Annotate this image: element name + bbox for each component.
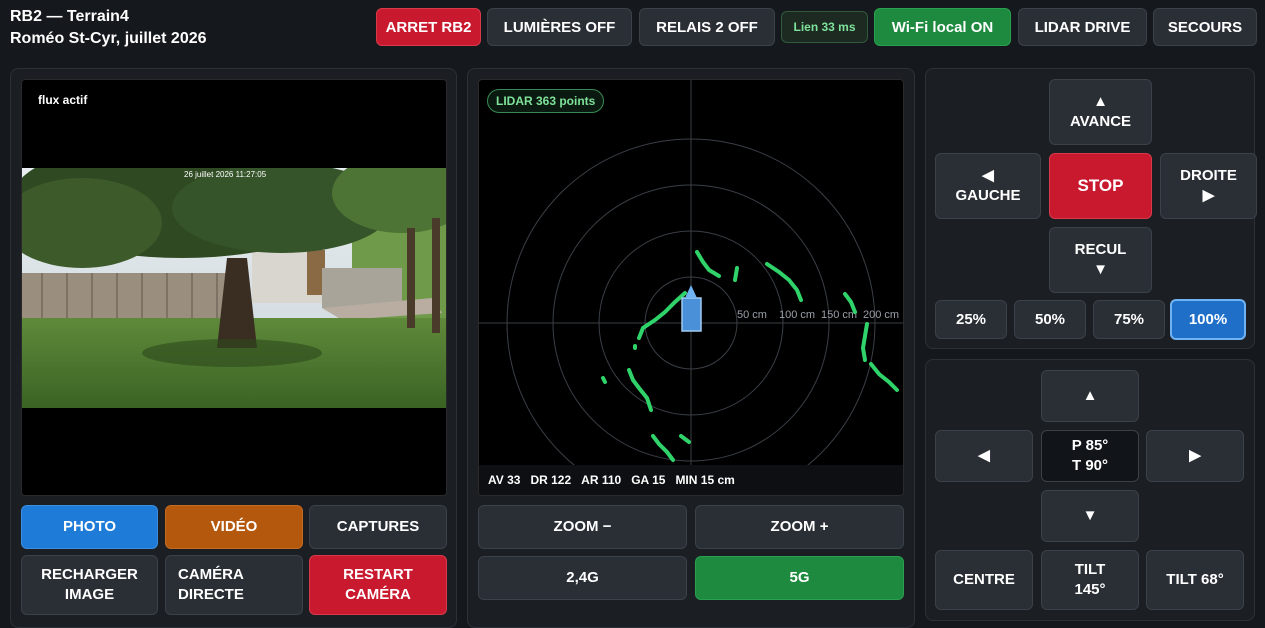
photo-button[interactable]: PHOTO	[21, 505, 158, 549]
recharger-label-1: RECHARGER	[41, 566, 138, 583]
lidar-drive-button[interactable]: LIDAR DRIVE	[1018, 8, 1147, 46]
ring-label-150: 150 cm	[821, 309, 857, 321]
distance-min: MIN 15 cm	[675, 473, 735, 487]
arrow-right-icon: ▶	[1202, 187, 1215, 204]
pan-right-button[interactable]: ▶	[1146, 430, 1244, 482]
distance-gauche: GA 15	[631, 473, 666, 487]
recul-label: RECUL	[1074, 241, 1127, 258]
wifi-local-button[interactable]: Wi-Fi local ON	[874, 8, 1011, 46]
ring-label-200: 200 cm	[863, 309, 899, 321]
restart-camera-button[interactable]: RESTART CAMÉRA	[309, 555, 447, 615]
distance-droite: DR 122	[530, 473, 572, 487]
camera-feed[interactable]: flux actif 26 juillet 2026 11:27:05	[21, 79, 447, 496]
lumieres-button[interactable]: LUMIÈRES OFF	[487, 8, 632, 46]
distance-arriere: AR 110	[581, 473, 622, 487]
camera-status-label: flux actif	[38, 93, 88, 107]
tilt-up-button[interactable]: ▲	[1041, 370, 1139, 422]
directe-label-2: DIRECTE	[178, 586, 244, 603]
lidar-distances: AV 33 DR 122 AR 110 GA 15 MIN 15 cm	[479, 465, 903, 495]
speed-100-button[interactable]: 100%	[1170, 299, 1246, 340]
gauche-button[interactable]: ◀ GAUCHE	[935, 153, 1041, 219]
recul-button[interactable]: RECUL ▼	[1049, 227, 1152, 293]
arrow-left-icon: ◀	[982, 167, 994, 184]
recharger-image-button[interactable]: RECHARGER IMAGE	[21, 555, 158, 615]
restart-label-1: RESTART	[343, 566, 413, 583]
arret-button[interactable]: ARRET RB2	[376, 8, 481, 46]
title-line-1: RB2 — Terrain4	[10, 8, 129, 25]
speed-75-button[interactable]: 75%	[1093, 300, 1165, 339]
top-bar: RB2 — Terrain4 Roméo St-Cyr, juillet 202…	[0, 0, 1265, 58]
recharger-label-2: IMAGE	[64, 586, 115, 603]
relais-button[interactable]: RELAIS 2 OFF	[639, 8, 775, 46]
arrow-up-icon: ▲	[1093, 93, 1108, 110]
camera-directe-button[interactable]: CAMÉRA DIRECTE	[165, 555, 303, 615]
arrow-down-icon: ▼	[1093, 261, 1108, 278]
tilt145-label-1: TILT	[1074, 561, 1106, 578]
centre-button[interactable]: CENTRE	[935, 550, 1033, 610]
captures-button[interactable]: CAPTURES	[309, 505, 447, 549]
gauche-label: GAUCHE	[955, 187, 1021, 204]
tilt-145-button[interactable]: TILT 145°	[1041, 550, 1139, 610]
tilt-down-button[interactable]: ▼	[1041, 490, 1139, 542]
speed-50-button[interactable]: 50%	[1014, 300, 1086, 339]
title-line-2: Roméo St-Cyr, juillet 2026	[10, 30, 207, 47]
tilt-value: T 90°	[1071, 457, 1108, 474]
ring-label-100: 100 cm	[779, 309, 815, 321]
avance-button[interactable]: ▲ AVANCE	[1049, 79, 1152, 145]
arrow-up-icon: ▲	[1082, 387, 1098, 404]
arrow-left-icon: ◀	[978, 447, 990, 464]
camera-timestamp: 26 juillet 2026 11:27:05	[184, 170, 267, 179]
arrow-down-icon: ▼	[1082, 507, 1098, 524]
lidar-points	[601, 250, 899, 462]
video-button[interactable]: VIDÉO	[165, 505, 303, 549]
distance-avant: AV 33	[488, 473, 521, 487]
secours-button[interactable]: SECOURS	[1153, 8, 1257, 46]
pan-left-button[interactable]: ◀	[935, 430, 1033, 482]
droite-button[interactable]: DROITE ▶	[1160, 153, 1257, 219]
band-24g-button[interactable]: 2,4G	[478, 556, 687, 600]
lidar-radar: 50 cm 100 cm 150 cm 200 cm	[479, 80, 903, 495]
pantilt-readout: P 85° T 90°	[1041, 430, 1139, 482]
ring-label-50: 50 cm	[737, 309, 767, 321]
pan-value: P 85°	[1071, 437, 1109, 454]
zoom-out-button[interactable]: ZOOM −	[478, 505, 687, 549]
arrow-right-icon: ▶	[1189, 447, 1201, 464]
band-5g-button[interactable]: 5G	[695, 556, 904, 600]
link-latency-badge: Lien 33 ms	[781, 11, 868, 43]
camera-image: 26 juillet 2026 11:27:05	[22, 138, 446, 408]
stop-button[interactable]: STOP	[1049, 153, 1152, 219]
tilt-68-button[interactable]: TILT 68°	[1146, 550, 1244, 610]
droite-label: DROITE	[1180, 167, 1237, 184]
directe-label-1: CAMÉRA	[178, 566, 244, 583]
restart-label-2: CAMÉRA	[345, 586, 411, 603]
lidar-map[interactable]: 50 cm 100 cm 150 cm 200 cm LIDAR 363 poi…	[478, 79, 904, 496]
zoom-in-button[interactable]: ZOOM +	[695, 505, 904, 549]
tilt145-label-2: 145°	[1074, 581, 1106, 598]
lidar-points-badge: LIDAR 363 points	[487, 89, 605, 113]
page-title: RB2 — Terrain4 Roméo St-Cyr, juillet 202…	[10, 6, 207, 50]
speed-25-button[interactable]: 25%	[935, 300, 1007, 339]
avance-label: AVANCE	[1069, 113, 1132, 130]
